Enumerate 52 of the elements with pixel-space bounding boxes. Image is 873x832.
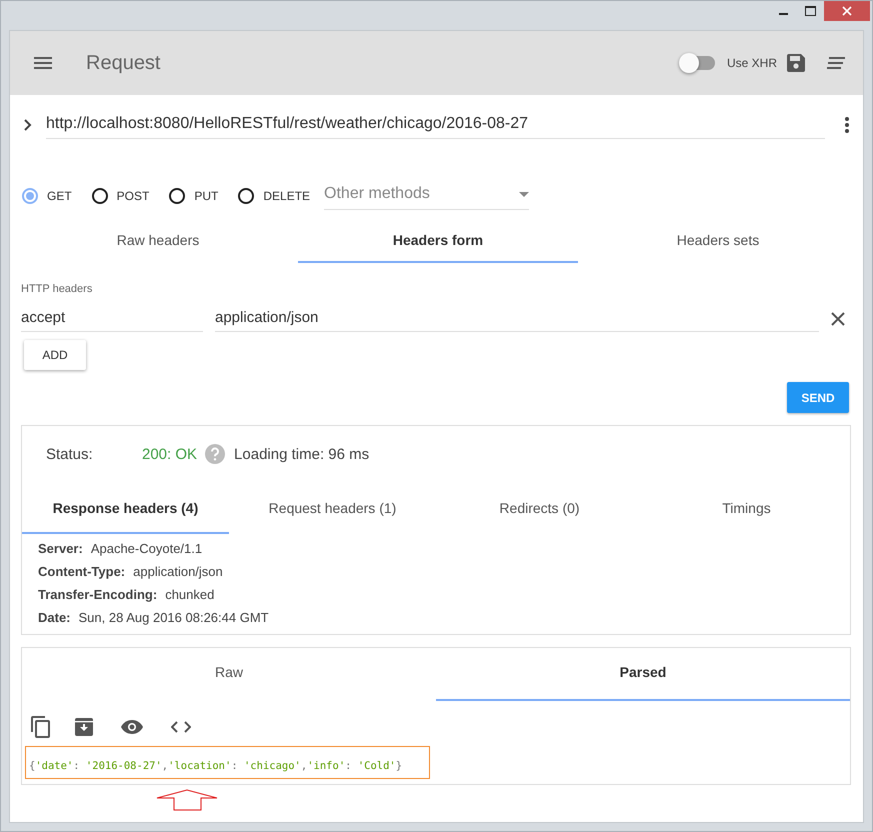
- toolbar-title: Request: [86, 52, 162, 74]
- add-button[interactable]: ADD: [24, 340, 86, 370]
- tab[interactable]: Request headers (1): [229, 482, 436, 534]
- header-value: application/json: [133, 564, 223, 579]
- url-field[interactable]: http://localhost:8080/HelloRESTful/rest/weather/chicago/2016-08-27: [46, 111, 825, 139]
- radio-button[interactable]: [92, 188, 108, 204]
- json-text: {'date': '2016-08-27','location': 'chicago','info': 'Cold'}: [25, 746, 430, 779]
- header-name: Date:: [38, 610, 71, 625]
- chevron-right-icon[interactable]: [24, 119, 32, 131]
- eye-icon[interactable]: [121, 720, 143, 734]
- loading-time: Loading time: 96 ms: [234, 446, 370, 462]
- header-value: Apache-Coyote/1.1: [90, 541, 202, 556]
- status-code: 200: OK: [142, 446, 198, 462]
- tab[interactable]: Raw: [22, 648, 436, 701]
- tab[interactable]: Parsed: [436, 648, 850, 701]
- lines-icon[interactable]: [827, 57, 845, 69]
- header-name-field[interactable]: accept: [21, 305, 203, 332]
- tab[interactable]: Response headers (4): [22, 482, 229, 534]
- radio-button[interactable]: [22, 188, 38, 204]
- archive-icon[interactable]: [75, 718, 93, 736]
- radio-button[interactable]: [169, 188, 186, 204]
- radio-button[interactable]: [238, 188, 254, 204]
- method-label: POST: [116, 188, 150, 202]
- copy-icon[interactable]: [31, 716, 51, 738]
- close-button[interactable]: [824, 1, 870, 21]
- header-name: Content-Type:: [38, 564, 126, 579]
- header-name: Transfer-Encoding:: [38, 587, 158, 602]
- save-icon[interactable]: [787, 54, 805, 72]
- arrow-up-icon: [156, 789, 218, 811]
- method-label: DELETE: [263, 188, 310, 202]
- menu-icon[interactable]: [34, 57, 52, 69]
- status-label: Status:: [46, 446, 94, 462]
- method-label: PUT: [194, 188, 218, 202]
- tab[interactable]: Redirects (0): [436, 482, 643, 534]
- xhr-toggle[interactable]: [680, 53, 717, 73]
- header-value: Sun, 28 Aug 2016 08:26:44 GMT: [78, 610, 269, 625]
- tab[interactable]: Headers sets: [578, 220, 858, 263]
- tab[interactable]: Timings: [643, 482, 850, 534]
- header-value-field[interactable]: application/json: [215, 305, 819, 332]
- tab[interactable]: Raw headers: [18, 220, 298, 263]
- method-label: GET: [47, 188, 72, 202]
- section-label: HTTP headers: [20, 282, 94, 295]
- caret-down-icon[interactable]: [519, 192, 530, 196]
- maximize-icon[interactable]: [805, 6, 816, 16]
- code-icon[interactable]: [171, 721, 191, 733]
- xhr-label: Use XHR: [726, 56, 777, 70]
- header-name: Server:: [38, 541, 83, 556]
- methods-dropdown[interactable]: Other methods: [324, 181, 530, 210]
- tab[interactable]: Headers form: [298, 220, 578, 263]
- header-value: chunked: [165, 587, 214, 602]
- more-vertical-icon[interactable]: [845, 117, 849, 133]
- close-icon[interactable]: [831, 312, 845, 326]
